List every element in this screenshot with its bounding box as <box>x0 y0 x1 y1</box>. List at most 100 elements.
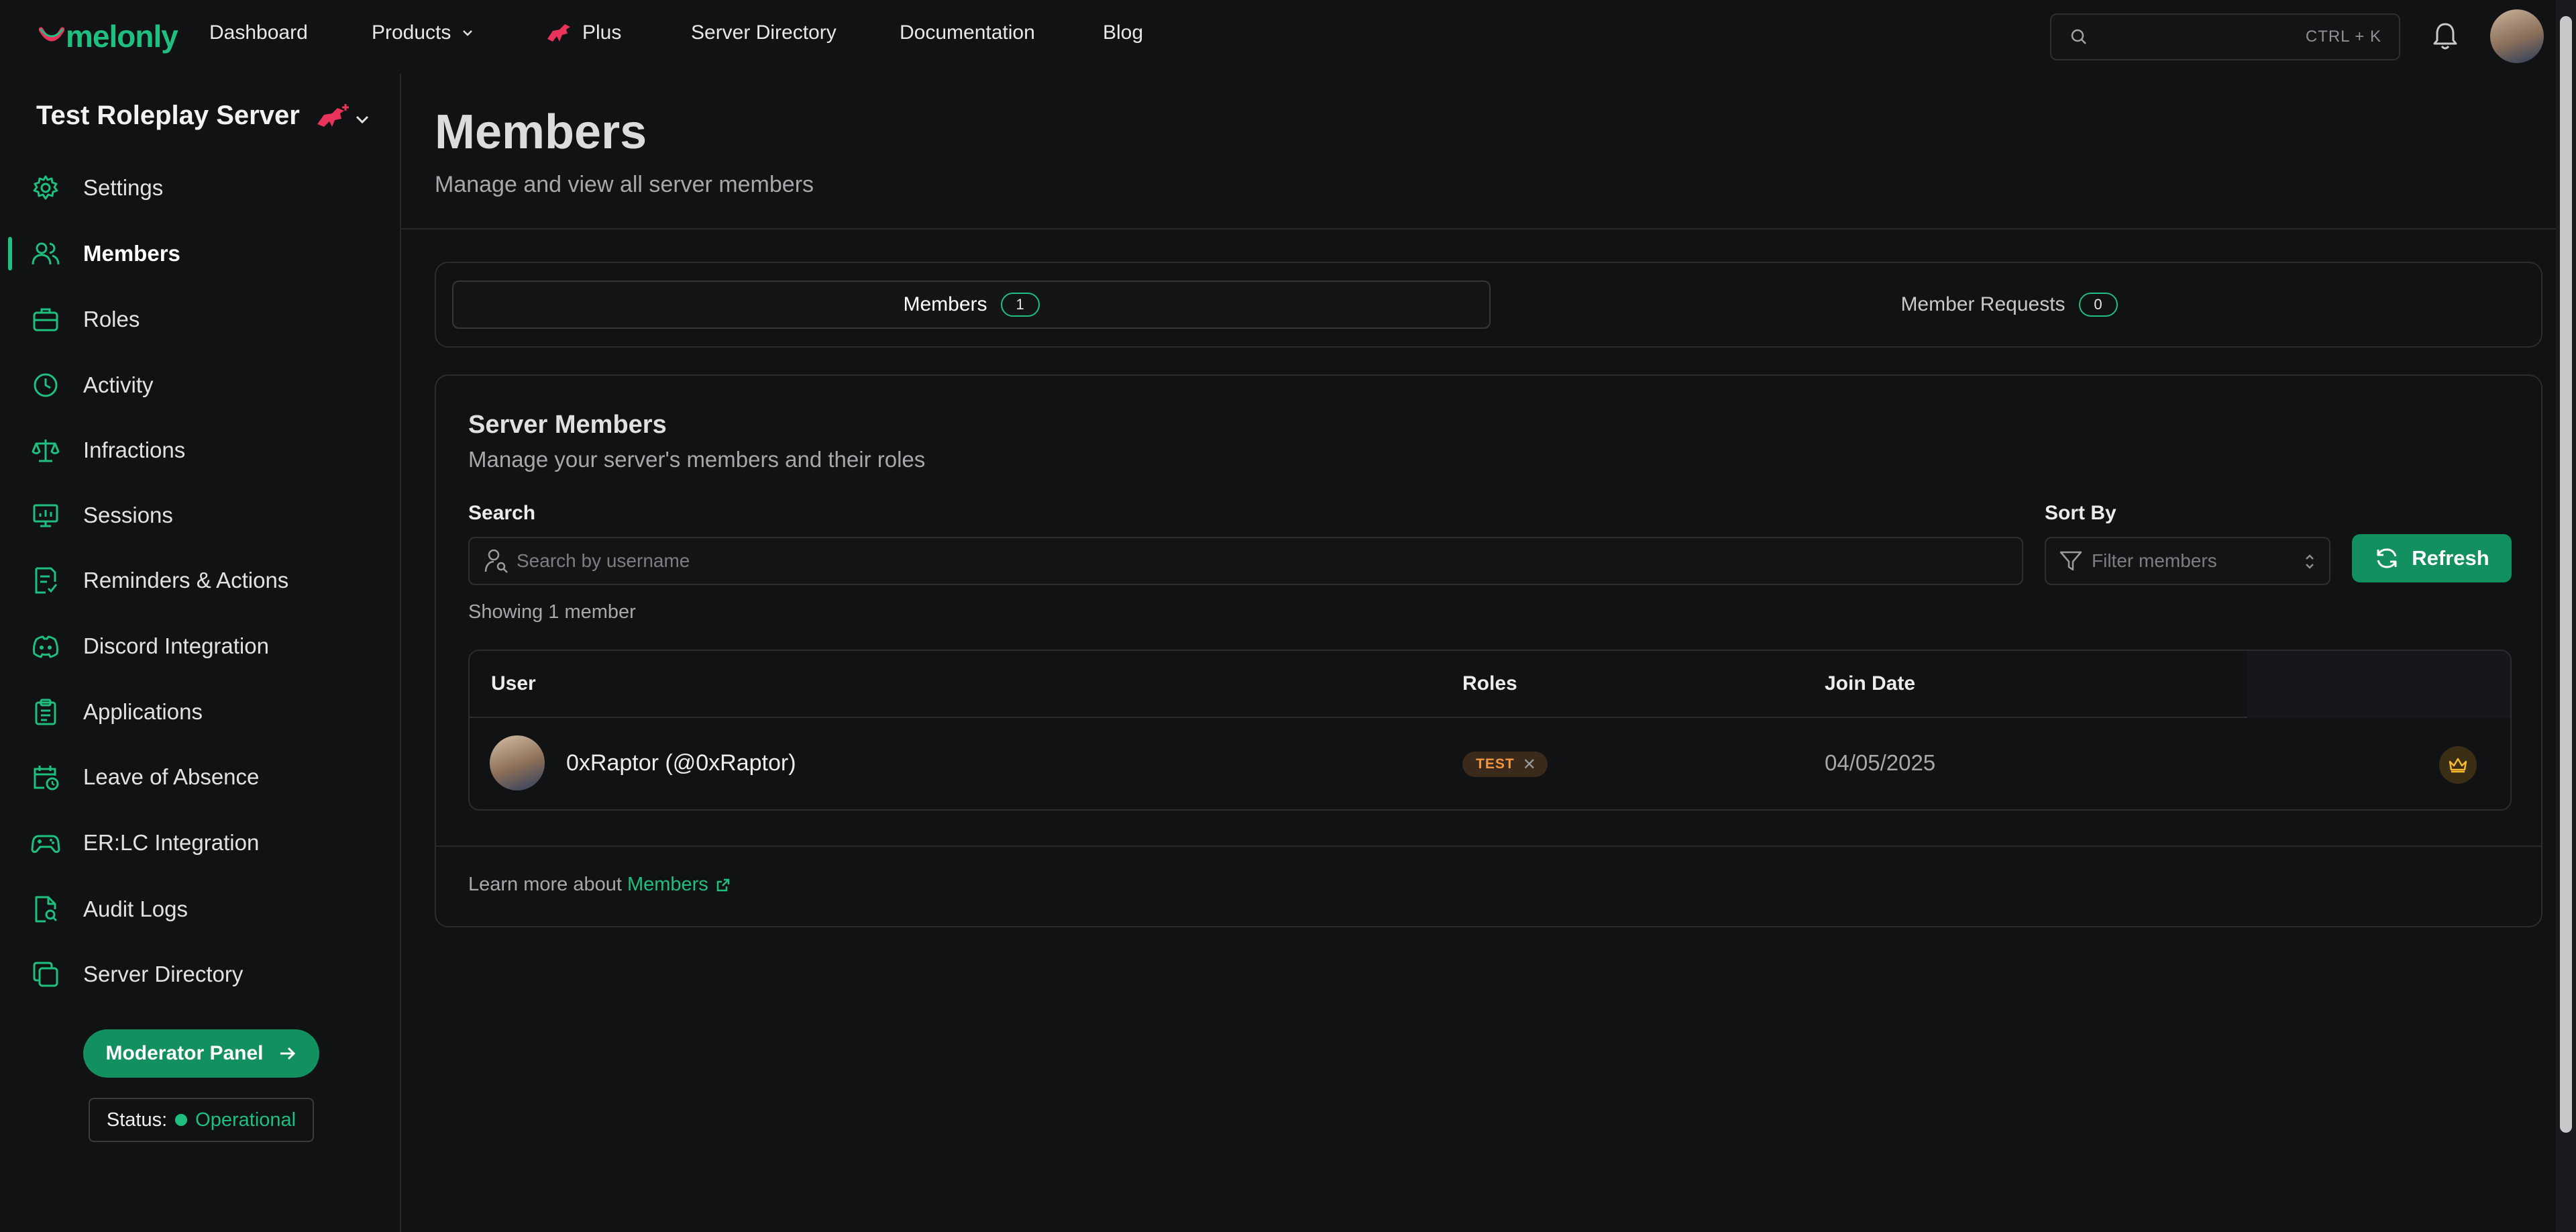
sort-placeholder: Filter members <box>2092 550 2217 571</box>
clipboard-icon <box>35 699 56 725</box>
bell-icon[interactable] <box>2430 20 2461 52</box>
refresh-button[interactable]: Refresh <box>2352 534 2512 582</box>
search-shortcut: CTRL + K <box>2305 28 2381 46</box>
card-subtitle: Manage your server's members and their r… <box>468 447 926 472</box>
nav-server-directory-label: Server Directory <box>691 21 837 44</box>
user-search-icon <box>484 549 508 573</box>
nav-documentation[interactable]: Documentation <box>900 21 1035 44</box>
nav-blog[interactable]: Blog <box>1103 21 1143 44</box>
sidebar-item-members[interactable]: Members <box>0 229 400 278</box>
column-header-join-date[interactable]: Join Date <box>1825 672 1915 695</box>
server-switcher[interactable]: Test Roleplay Server <box>36 101 369 131</box>
sidebar-item-leave-of-absence[interactable]: Leave of Absence <box>0 752 400 802</box>
user-avatar[interactable] <box>2490 9 2544 63</box>
arrow-right-icon <box>280 1047 295 1060</box>
melonly-logo[interactable]: melonly <box>39 17 178 55</box>
role-name: TEST <box>1476 756 1515 772</box>
nav-documentation-label: Documentation <box>900 21 1035 44</box>
melon-logo-icon <box>39 27 64 42</box>
global-search[interactable]: CTRL + K <box>2050 13 2400 60</box>
calendar-clock-icon <box>34 766 59 790</box>
count-badge: 0 <box>2078 293 2118 317</box>
presentation-icon <box>33 504 58 527</box>
sidebar-item-applications[interactable]: Applications <box>0 687 400 737</box>
sort-select[interactable]: Filter members <box>2045 537 2330 585</box>
search-icon <box>2071 29 2086 44</box>
server-members-card: Server Members Manage your server's memb… <box>435 374 2542 927</box>
page-subtitle: Manage and view all server members <box>435 172 814 197</box>
sidebar-item-label: Members <box>83 241 180 266</box>
sidebar-item-activity[interactable]: Activity <box>0 360 400 410</box>
header-divider <box>401 228 2556 229</box>
clock-icon <box>34 373 58 397</box>
sidebar-item-label: Settings <box>83 175 164 200</box>
status-label: Status: <box>106 1109 168 1131</box>
status-dot-icon <box>175 1114 188 1126</box>
chevron-down-icon <box>356 115 369 124</box>
join-date: 04/05/2025 <box>1825 750 1936 775</box>
sidebar-item-label: Server Directory <box>83 962 244 986</box>
nav-dashboard-label: Dashboard <box>209 21 308 44</box>
raptor-plus-icon <box>317 103 349 127</box>
column-header-user[interactable]: User <box>491 672 536 695</box>
tab-members[interactable]: Members 1 <box>452 280 1491 329</box>
gear-icon <box>33 175 58 200</box>
count-badge: 1 <box>1000 293 1040 317</box>
sort-label: Sort By <box>2045 502 2116 524</box>
sidebar-item-label: Audit Logs <box>83 896 188 921</box>
learn-more-link-label: Members <box>627 874 708 895</box>
sidebar-item-audit-logs[interactable]: Audit Logs <box>0 884 400 934</box>
table-row[interactable]: 0xRaptor (@0xRaptor) TEST ✕ 04/05/2025 <box>470 718 2510 809</box>
nav-plus[interactable]: Plus <box>545 21 621 44</box>
learn-more-prefix: Learn more about <box>468 874 622 895</box>
raptor-icon <box>547 24 570 42</box>
chevron-down-icon <box>463 30 473 36</box>
sidebar-item-label: Activity <box>83 372 154 397</box>
nav-plus-label: Plus <box>582 21 622 44</box>
scrollbar-thumb[interactable] <box>2560 16 2572 1133</box>
learn-more-link[interactable]: Members <box>627 874 731 896</box>
showing-count: Showing 1 member <box>468 601 636 623</box>
sidebar-item-roles[interactable]: Roles <box>0 295 400 344</box>
sidebar-item-infractions[interactable]: Infractions <box>0 425 400 475</box>
sidebar-item-label: Leave of Absence <box>83 764 260 789</box>
learn-more: Learn more about Members <box>468 874 731 896</box>
card-title: Server Members <box>468 411 667 439</box>
page-title: Members <box>435 105 647 159</box>
member-name[interactable]: 0xRaptor (@0xRaptor) <box>566 750 796 776</box>
nav-blog-label: Blog <box>1103 21 1144 44</box>
nav-products[interactable]: Products <box>372 21 475 44</box>
owner-crown-button[interactable] <box>2439 746 2477 784</box>
moderator-panel-label: Moderator Panel <box>105 1042 264 1064</box>
gamepad-icon <box>31 835 60 854</box>
copy-icon <box>33 962 58 987</box>
sidebar-item-settings[interactable]: Settings <box>0 163 400 213</box>
nav-dashboard[interactable]: Dashboard <box>209 21 308 44</box>
member-search-input[interactable]: Search by username <box>468 537 2023 585</box>
sidebar-item-label: Roles <box>83 307 140 331</box>
members-table: User Roles Join Date 0xRaptor (@0xRaptor… <box>468 650 2512 811</box>
sidebar-item-server-directory[interactable]: Server Directory <box>0 949 400 999</box>
refresh-label: Refresh <box>2412 546 2489 570</box>
remove-role-icon[interactable]: ✕ <box>1523 755 1537 774</box>
tab-member-requests[interactable]: Member Requests 0 <box>1491 280 2528 329</box>
status-value: Operational <box>195 1109 297 1131</box>
sidebar-item-label: Applications <box>83 699 203 724</box>
sidebar-item-erlc-integration[interactable]: ER:LC Integration <box>0 818 400 868</box>
crown-icon <box>2449 758 2467 773</box>
discord-icon <box>32 635 59 658</box>
sidebar-item-discord-integration[interactable]: Discord Integration <box>0 621 400 671</box>
search-label: Search <box>468 502 536 524</box>
moderator-panel-button[interactable]: Moderator Panel <box>83 1029 319 1078</box>
nav-server-directory[interactable]: Server Directory <box>691 21 837 44</box>
filter-icon <box>2059 551 2082 571</box>
status-indicator[interactable]: Status: Operational <box>89 1098 314 1142</box>
column-header-roles[interactable]: Roles <box>1462 672 1517 695</box>
top-navigation: melonly Dashboard Products Plus Server D… <box>0 0 2556 74</box>
chevron-up-down-icon <box>2306 554 2314 569</box>
sidebar-item-reminders-actions[interactable]: Reminders & Actions <box>0 556 400 605</box>
sidebar-item-sessions[interactable]: Sessions <box>0 491 400 540</box>
page-scrollbar[interactable] <box>2556 0 2576 1232</box>
tab-label: Member Requests <box>1900 293 2065 315</box>
brand-name: melonly <box>66 19 178 54</box>
